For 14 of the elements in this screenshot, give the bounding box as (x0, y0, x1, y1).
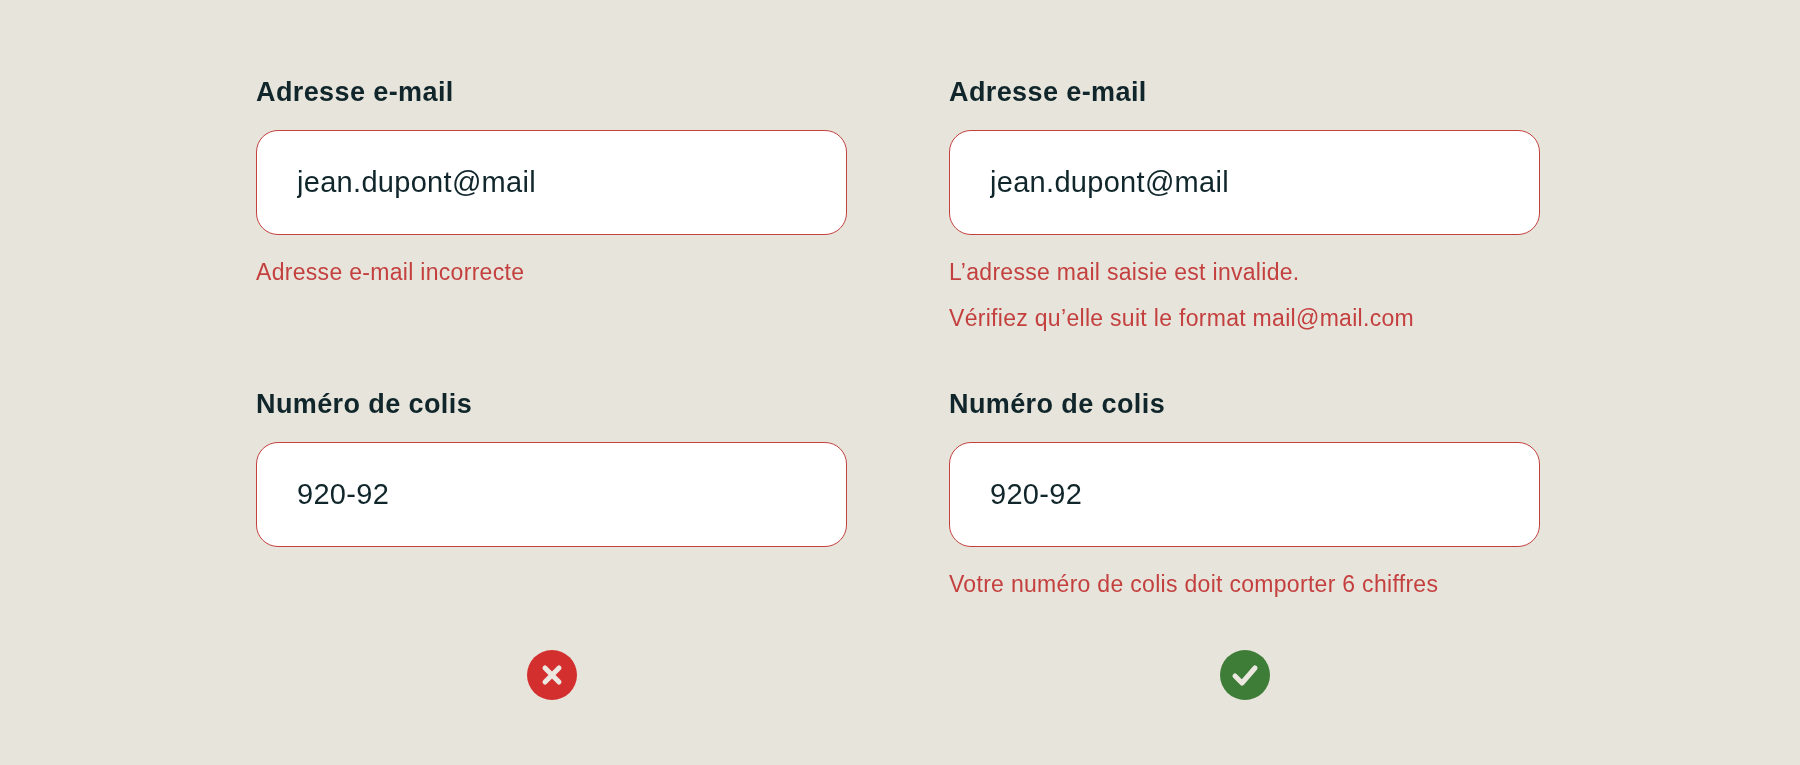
field-label: Numéro de colis (256, 388, 473, 420)
error-message: Vérifiez qu’elle suit le format mail@mail.com (949, 304, 1415, 332)
error-message: L’adresse mail saisie est invalide. (949, 258, 1301, 286)
field-label: Adresse e-mail (256, 76, 454, 108)
error-message: Adresse e-mail incorrecte (256, 258, 525, 286)
input-field[interactable]: jean.dupont@mail (949, 130, 1540, 235)
cross-icon (526, 650, 577, 700)
field-label: Adresse e-mail (949, 76, 1147, 108)
input-field[interactable]: 920-92 (949, 442, 1540, 547)
input-field[interactable]: jean.dupont@mail (256, 130, 847, 235)
error-message: Votre numéro de colis doit comporter 6 chiffres (949, 570, 1439, 598)
check-icon (1219, 650, 1270, 700)
input-field[interactable]: 920-92 (256, 442, 847, 547)
field-label: Numéro de colis (949, 388, 1166, 420)
